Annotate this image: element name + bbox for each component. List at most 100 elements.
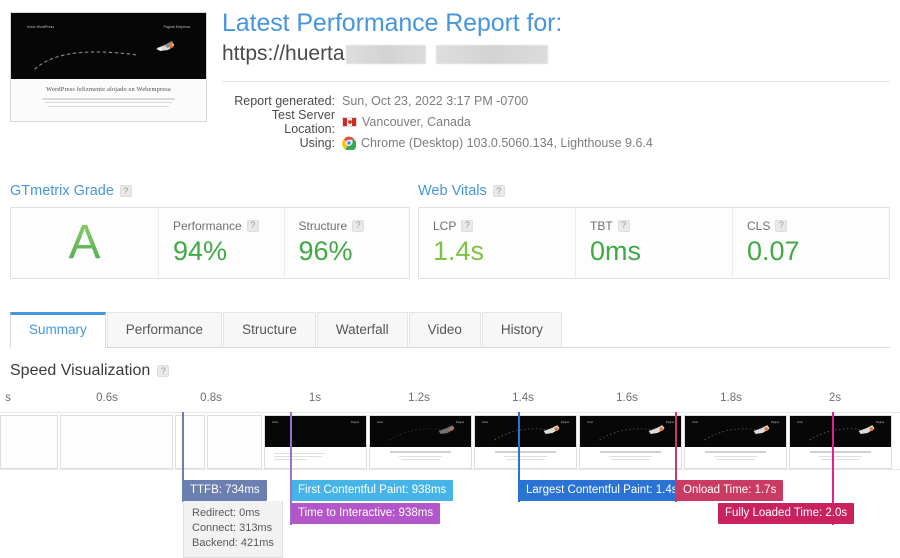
- metric-performance-value: 94%: [173, 236, 228, 266]
- speed-visualization-help-icon[interactable]: ?: [157, 365, 170, 377]
- marker-label[interactable]: Fully Loaded Time: 2.0s: [718, 503, 855, 524]
- thumbnail-nav: Inicio WordPress Pagina Empresa: [11, 25, 206, 29]
- speed-visualization-heading-label: Speed Visualization: [10, 362, 151, 379]
- metric-lcp-value: 1.4s: [433, 236, 485, 266]
- meta-value-report-generated: Sun, Oct 23, 2022 3:17 PM -0700: [342, 93, 529, 108]
- tab-performance[interactable]: Performance: [106, 312, 223, 347]
- marker-label[interactable]: First Contentful Paint: 938ms: [291, 480, 454, 501]
- report-url: https://huerta: [222, 40, 890, 68]
- web-vitals-box: LCP ? 1.4s TBT ? 0ms CLS ? 0.07: [418, 207, 890, 279]
- report-title-block: Latest Performance Report for: https://h…: [222, 8, 890, 68]
- frame-body: [790, 447, 891, 468]
- metric-cls-label-row: CLS ?: [747, 218, 889, 233]
- filmstrip-frame[interactable]: Inicio Pagina: [264, 415, 367, 469]
- axis-tick: s: [5, 392, 11, 404]
- gtmetrix-grade-help-icon[interactable]: ?: [119, 185, 132, 197]
- thumbnail-nav-left: Inicio WordPress: [27, 25, 55, 29]
- gtmetrix-grade-heading: GTmetrix Grade ?: [10, 180, 410, 202]
- filmstrip-frame[interactable]: [60, 415, 173, 469]
- metric-performance-help-icon[interactable]: ?: [246, 219, 259, 232]
- redacted-url-block-2: [435, 44, 548, 64]
- tab-video[interactable]: Video: [408, 312, 481, 347]
- metric-cls-label: CLS: [747, 218, 771, 233]
- meta-row-test-server-location: Test Server Location: Vancouver, Canada: [222, 108, 890, 136]
- web-vitals-heading: Web Vitals ?: [418, 180, 890, 202]
- tab-summary[interactable]: Summary: [10, 312, 106, 348]
- axis-tick: 2s: [828, 392, 842, 404]
- tab-waterfall[interactable]: Waterfall: [316, 312, 408, 347]
- page-screenshot-thumbnail[interactable]: Inicio WordPress Pagina Empresa WordPres…: [10, 12, 207, 122]
- filmstrip-frame[interactable]: Inicio Pagina: [789, 415, 892, 469]
- axis-tick: 1s: [308, 392, 322, 404]
- marker-label[interactable]: TTFB: 734ms: [183, 480, 267, 501]
- bird-icon: [704, 425, 770, 441]
- filmstrip-frame[interactable]: [0, 415, 58, 469]
- metric-tbt: TBT ? 0ms: [576, 208, 733, 278]
- bird-icon: [809, 425, 875, 441]
- metric-structure-label: Structure: [298, 218, 348, 233]
- metric-structure-help-icon[interactable]: ?: [352, 219, 365, 232]
- filmstrip-frame[interactable]: [175, 415, 205, 469]
- thumbnail-caption: WordPress felizmente alojado en Webempre…: [46, 86, 171, 93]
- gtmetrix-report-page: Inicio WordPress Pagina Empresa WordPres…: [0, 0, 900, 558]
- filmstrip-frame[interactable]: [207, 415, 262, 469]
- metric-performance-label: Performance: [173, 218, 242, 233]
- metric-tbt-help-icon[interactable]: ?: [617, 219, 630, 232]
- marker-label[interactable]: Onload Time: 1.7s: [676, 480, 784, 501]
- filmstrip: Inicio Pagina Inicio Pagina Inicio Pagina Inic…: [0, 412, 900, 470]
- filmstrip-frame[interactable]: Inicio Pagina: [579, 415, 682, 469]
- metric-lcp-label-row: LCP ?: [433, 218, 575, 233]
- ttfb-detail-row: Connect: 313ms: [192, 522, 273, 534]
- meta-row-using: Using: Chrome (Desktop) 103.0.5060.134, …: [222, 133, 890, 152]
- metric-tbt-label: TBT: [590, 218, 613, 233]
- report-url-prefix: https://huerta: [222, 42, 345, 65]
- thumbnail-hero: Inicio WordPress Pagina Empresa: [11, 13, 206, 79]
- tab-history[interactable]: History: [481, 312, 562, 347]
- frame-hero: Inicio Pagina: [265, 416, 366, 447]
- metric-cls-help-icon[interactable]: ?: [775, 219, 788, 232]
- speed-visualization-chart: s 0.6s 0.8s 1s 1.2s 1.4s 1.6s 1.8s 2s Inicio Pagi…: [0, 392, 900, 558]
- meta-value-test-server-location: Vancouver, Canada: [342, 115, 471, 129]
- gtmetrix-grade-box: A Performance ? 94% Structure ? 96%: [10, 207, 410, 279]
- bird-icon: [156, 41, 174, 51]
- axis-tick: 0.8s: [200, 392, 222, 404]
- frame-body: [685, 447, 786, 468]
- ttfb-detail-row: Redirect: 0ms: [192, 507, 260, 519]
- gtmetrix-grade-heading-label: GTmetrix Grade: [10, 183, 114, 199]
- axis-tick: 1.6s: [616, 392, 638, 404]
- tab-structure[interactable]: Structure: [223, 312, 316, 347]
- report-tabs: Summary Performance Structure Waterfall …: [10, 312, 890, 348]
- metric-lcp-label: LCP: [433, 218, 457, 233]
- frame-hero: Inicio Pagina: [685, 416, 786, 447]
- gtmetrix-grade-panel: GTmetrix Grade ? A Performance ? 94% Str…: [10, 180, 410, 279]
- metric-structure-label-row: Structure ?: [299, 218, 410, 233]
- metric-tbt-value: 0ms: [590, 236, 642, 266]
- canada-flag-icon: [342, 116, 357, 127]
- filmstrip-frame[interactable]: Inicio Pagina: [369, 415, 472, 469]
- metric-tbt-label-row: TBT ?: [590, 218, 732, 233]
- marker-label[interactable]: Largest Contentful Paint: 1.4s: [519, 480, 685, 501]
- page-title: Latest Performance Report for:: [222, 9, 563, 37]
- meta-value-using: Chrome (Desktop) 103.0.5060.134, Lightho…: [342, 136, 653, 150]
- report-header: Inicio WordPress Pagina Empresa WordPres…: [0, 0, 900, 165]
- web-vitals-help-icon[interactable]: ?: [492, 185, 505, 197]
- bird-icon: [494, 425, 560, 441]
- timeline-axis: s 0.6s 0.8s 1s 1.2s 1.4s 1.6s 1.8s 2s: [0, 392, 900, 412]
- web-vitals-heading-label: Web Vitals: [418, 183, 487, 199]
- chrome-icon: [342, 136, 356, 150]
- speed-visualization-heading: Speed Visualization ?: [10, 362, 170, 380]
- marker-label[interactable]: Time to Interactive: 938ms: [291, 503, 441, 524]
- metric-performance: Performance ? 94%: [159, 208, 285, 278]
- filmstrip-frame[interactable]: Inicio Pagina: [684, 415, 787, 469]
- filmstrip-frame[interactable]: Inicio Pagina: [474, 415, 577, 469]
- axis-tick: 1.8s: [720, 392, 742, 404]
- metric-lcp-help-icon[interactable]: ?: [461, 219, 474, 232]
- thumbnail-nav-right: Pagina Empresa: [163, 25, 190, 29]
- thumbnail-text-lines: [25, 98, 192, 108]
- frame-hero: Inicio Pagina: [475, 416, 576, 447]
- axis-tick: 1.4s: [512, 392, 534, 404]
- metric-structure-value: 96%: [298, 236, 353, 266]
- grade-letter-cell: A: [11, 208, 159, 278]
- bird-icon: [389, 425, 455, 441]
- axis-tick: 1.2s: [408, 392, 430, 404]
